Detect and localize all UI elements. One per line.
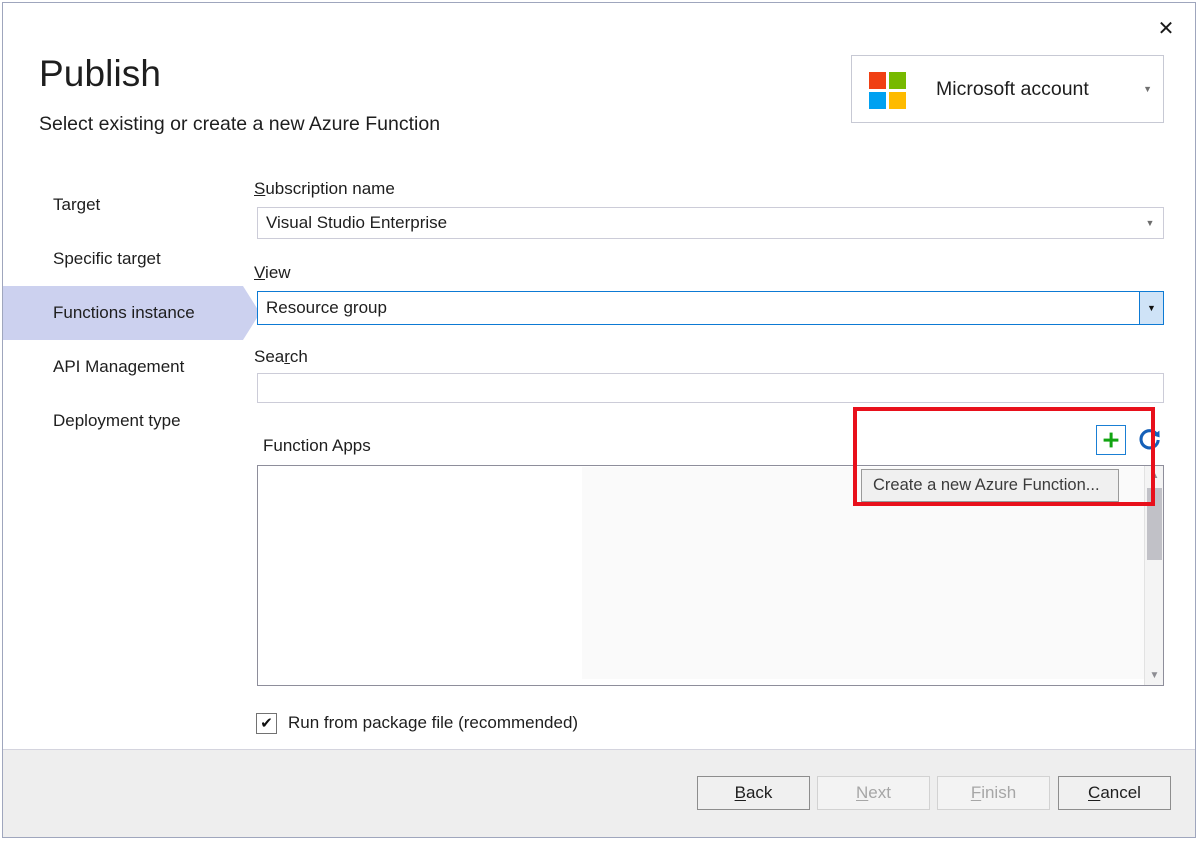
finish-accel: F [971,783,981,803]
cancel-button[interactable]: Cancel [1058,776,1171,810]
next-button: Next [817,776,930,810]
chevron-down-icon: ▼ [1137,218,1163,228]
back-label: ack [746,783,772,803]
search-label-post: ch [290,347,308,366]
sidebar: Target Specific target Functions instanc… [3,178,243,448]
chevron-down-icon: ▼ [1143,56,1152,122]
sidebar-item-label: Specific target [53,249,161,269]
account-label: Microsoft account [936,56,1089,122]
sidebar-item-specific-target[interactable]: Specific target [3,232,243,286]
next-label: ext [868,783,891,803]
sidebar-item-deployment-type[interactable]: Deployment type [3,394,243,448]
dialog-footer: Back Next Finish Cancel [3,749,1195,837]
account-selector[interactable]: Microsoft account ▼ [851,55,1164,123]
listbox-shade [269,474,582,679]
close-icon[interactable]: ✕ [1147,11,1185,45]
view-accel: V [254,263,265,282]
subscription-name-value: Visual Studio Enterprise [258,213,1137,233]
page-subtitle: Select existing or create a new Azure Fu… [39,115,440,135]
search-label-pre: Sea [254,347,284,366]
sidebar-item-label: Deployment type [53,411,181,431]
back-accel: B [735,783,746,803]
search-label: Search [254,347,308,367]
view-label: View [254,263,291,283]
chevron-down-icon: ▼ [1147,303,1156,313]
run-from-package-label: Run from package file (recommended) [288,713,578,733]
next-accel: N [856,783,868,803]
subscription-name-label: Subscription name [254,179,395,199]
function-apps-label: Function Apps [263,436,371,456]
scroll-up-icon[interactable]: ▲ [1145,466,1164,485]
sidebar-item-label: API Management [53,357,184,377]
refresh-icon[interactable] [1137,427,1163,453]
finish-label: inish [981,783,1016,803]
plus-icon[interactable] [1096,425,1126,455]
cancel-label: ancel [1100,783,1141,803]
checkbox-checked-icon[interactable]: ✔ [256,713,277,734]
view-dropdown[interactable]: Resource group ▼ [257,291,1164,325]
view-dropdown-button[interactable]: ▼ [1139,292,1163,324]
cancel-accel: C [1088,783,1100,803]
sidebar-item-target[interactable]: Target [3,178,243,232]
view-value: Resource group [258,298,1139,318]
subscription-label-rest: ubscription name [265,179,394,198]
publish-dialog: ✕ Publish Select existing or create a ne… [2,2,1196,838]
run-from-package-checkbox[interactable]: ✔ Run from package file (recommended) [256,710,578,736]
subscription-accel: S [254,179,265,198]
sidebar-item-api-management[interactable]: API Management [3,340,243,394]
scrollbar-thumb[interactable] [1147,488,1162,560]
view-label-rest: iew [265,263,291,282]
microsoft-logo-icon [869,72,906,109]
subscription-name-dropdown[interactable]: Visual Studio Enterprise ▼ [257,207,1164,239]
create-azure-function-tooltip: Create a new Azure Function... [861,469,1119,502]
page-title: Publish [39,55,161,92]
search-input[interactable] [257,373,1164,403]
scroll-down-icon[interactable]: ▼ [1145,666,1164,685]
sidebar-item-functions-instance[interactable]: Functions instance [3,286,243,340]
listbox-scrollbar[interactable]: ▲ ▼ [1144,466,1163,685]
sidebar-item-label: Functions instance [53,303,195,323]
finish-button: Finish [937,776,1050,810]
sidebar-item-label: Target [53,195,100,215]
back-button[interactable]: Back [697,776,810,810]
